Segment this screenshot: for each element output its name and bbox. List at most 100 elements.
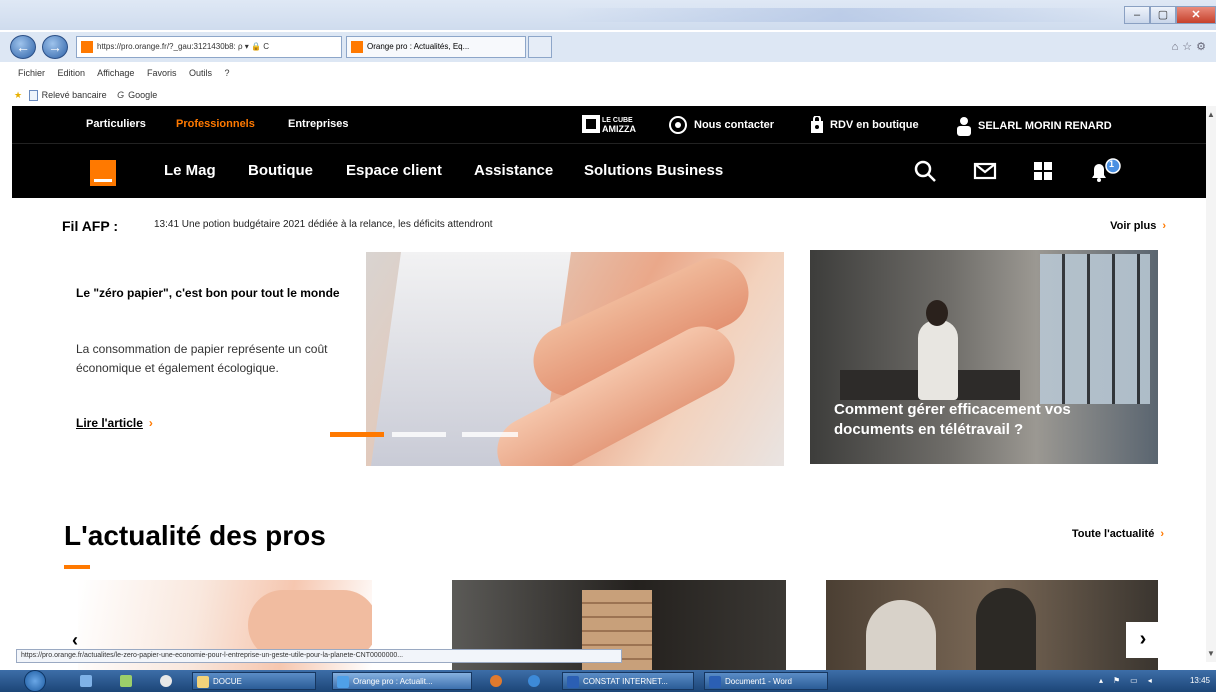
fav-google[interactable]: Google — [128, 90, 157, 100]
tab-title: Orange pro : Actualités, Eq... — [367, 42, 470, 51]
read-article-label: Lire l'article — [76, 416, 143, 430]
window-controls: – ▢ ✕ — [1124, 6, 1216, 24]
voir-plus-link[interactable]: Voir plus › — [1110, 220, 1166, 232]
quicklaunch-icon[interactable] — [120, 675, 132, 687]
all-news-label: Toute l'actualité — [1071, 528, 1155, 540]
quicklaunch-icon[interactable] — [528, 675, 540, 687]
nav-boutique[interactable]: Boutique — [248, 162, 313, 179]
rdv-label: RDV en boutique — [830, 119, 919, 131]
maximize-icon[interactable]: ▢ — [1150, 6, 1176, 24]
scroll-down-icon[interactable]: ▼ — [1207, 649, 1215, 658]
new-tab-button[interactable] — [528, 36, 552, 58]
taskbar-item-label: Orange pro : Actualit... — [353, 677, 433, 686]
address-bar[interactable]: https://pro.orange.fr/?_gau:3121430b8: ρ… — [76, 36, 342, 58]
word-icon — [709, 676, 721, 688]
header-main-row: Le Mag Boutique Espace client Assistance… — [12, 146, 1206, 198]
menu-fichier[interactable]: Fichier — [18, 68, 45, 78]
account-name: SELARL MORIN RENARD — [978, 120, 1112, 132]
start-button-icon[interactable] — [24, 670, 46, 692]
cube-amizza-logo-icon: LE CUBE AMIZZA — [582, 115, 636, 134]
titlebar-blur — [560, 8, 1120, 22]
contact-label: Nous contacter — [694, 119, 775, 131]
all-news-link[interactable]: Toute l'actualité › — [1072, 528, 1164, 540]
head-shape — [926, 300, 948, 326]
taskbar: DOCUE Orange pro : Actualit... CONSTAT I… — [0, 670, 1216, 692]
window-titlebar: – ▢ ✕ — [0, 0, 1216, 30]
browser-tools-icons[interactable]: ⌂☆⚙ — [1172, 40, 1210, 53]
taskbar-item-browser[interactable]: Orange pro : Actualit... — [332, 672, 472, 690]
contact-link[interactable]: Nous contacter — [668, 116, 774, 134]
tab-favicon-icon — [351, 40, 363, 53]
rdv-link[interactable]: RDV en boutique — [810, 116, 919, 134]
cube-amizza-link[interactable]: LE CUBE AMIZZA — [582, 113, 650, 135]
carousel-prev-icon[interactable]: ‹ — [72, 630, 78, 651]
clock: 13:45 — [1189, 676, 1210, 685]
browser-tab[interactable]: Orange pro : Actualités, Eq... — [346, 36, 526, 58]
status-bar-url: https://pro.orange.fr/actualites/le-zero… — [16, 649, 622, 663]
segment-particuliers[interactable]: Particuliers — [86, 118, 146, 130]
carousel-next-icon[interactable]: › — [1126, 622, 1160, 658]
menu-affichage[interactable]: Affichage — [97, 68, 134, 78]
apps-grid-icon[interactable] — [1030, 158, 1056, 184]
page-scrollbar[interactable]: ▲ ▼ — [1206, 106, 1216, 662]
person-shape — [866, 600, 936, 670]
menu-favoris[interactable]: Favoris — [147, 68, 177, 78]
notification-bell-icon[interactable] — [1088, 158, 1122, 184]
news-card[interactable] — [826, 580, 1158, 670]
close-icon[interactable]: ✕ — [1176, 6, 1216, 24]
fav-releve[interactable]: Relevé bancaire — [42, 90, 107, 100]
title-underline — [64, 565, 90, 569]
segment-professionnels[interactable]: Professionnels — [176, 118, 255, 130]
voir-plus-label: Voir plus — [1110, 220, 1157, 232]
orange-logo-icon[interactable] — [90, 160, 116, 186]
menu-outils[interactable]: Outils — [189, 68, 212, 78]
minimize-icon[interactable]: – — [1124, 6, 1150, 24]
user-icon — [957, 117, 971, 136]
account-link[interactable]: SELARL MORIN RENARD — [956, 116, 1112, 136]
menu-help[interactable]: ? — [225, 68, 230, 78]
search-icon[interactable] — [912, 158, 938, 184]
address-text: https://pro.orange.fr/?_gau:3121430b8: ρ… — [97, 42, 269, 51]
taskbar-item-label: CONSTAT INTERNET... — [583, 677, 668, 686]
carousel-indicator[interactable] — [392, 432, 446, 437]
taskbar-item-word-doc[interactable]: Document1 - Word — [704, 672, 828, 690]
quicklaunch-icon[interactable] — [160, 675, 172, 687]
taskbar-item-word-constat[interactable]: CONSTAT INTERNET... — [562, 672, 694, 690]
address-row: ← → https://pro.orange.fr/?_gau:3121430b… — [0, 32, 1216, 62]
forward-icon[interactable]: → — [42, 35, 68, 59]
show-desktop-icon[interactable] — [80, 675, 92, 687]
afp-headline[interactable]: 13:41 Une potion budgétaire 2021 dédiée … — [154, 219, 493, 230]
nav-espace-client[interactable]: Espace client — [346, 162, 442, 179]
menu-edition[interactable]: Edition — [58, 68, 86, 78]
svg-text:AMIZZA: AMIZZA — [602, 124, 636, 134]
chevron-right-icon: › — [1162, 220, 1166, 232]
chevron-right-icon: › — [148, 416, 153, 430]
segment-entreprises[interactable]: Entreprises — [288, 118, 349, 130]
scroll-up-icon[interactable]: ▲ — [1207, 110, 1215, 119]
nav-le-mag[interactable]: Le Mag — [164, 162, 216, 179]
ie-icon — [337, 676, 349, 688]
taskbar-item-label: DOCUE — [213, 677, 242, 686]
read-article-link[interactable]: Lire l'article › — [76, 416, 153, 430]
afp-label: Fil AFP : — [62, 218, 118, 234]
back-icon[interactable]: ← — [10, 35, 36, 59]
tray-icons[interactable]: ▴⚑▭◂ — [1099, 676, 1162, 685]
nav-assistance[interactable]: Assistance — [474, 162, 553, 179]
quicklaunch-icon[interactable] — [490, 675, 502, 687]
carousel-indicator[interactable] — [462, 432, 518, 437]
hero-title: Le "zéro papier", c'est bon pour tout le… — [76, 286, 340, 300]
page-icon — [28, 90, 38, 102]
shop-bag-icon — [811, 116, 823, 133]
taskbar-item-folder[interactable]: DOCUE — [192, 672, 316, 690]
system-tray: ▴⚑▭◂ 13:45 — [1099, 670, 1210, 692]
hero-description: La consommation de papier représente un … — [76, 342, 328, 375]
google-icon: G — [117, 90, 125, 100]
taskbar-item-label: Document1 - Word — [725, 677, 792, 686]
favorites-star-icon[interactable]: ★ — [14, 90, 22, 100]
side-article-caption: Comment gérer efficacement vos documents… — [810, 360, 1158, 464]
nav-solutions-business[interactable]: Solutions Business — [584, 162, 723, 179]
carousel-indicator-active[interactable] — [330, 432, 384, 437]
mail-icon[interactable] — [972, 158, 998, 184]
person-shape — [976, 588, 1036, 670]
side-article-card[interactable]: Comment gérer efficacement vos documents… — [810, 250, 1158, 464]
